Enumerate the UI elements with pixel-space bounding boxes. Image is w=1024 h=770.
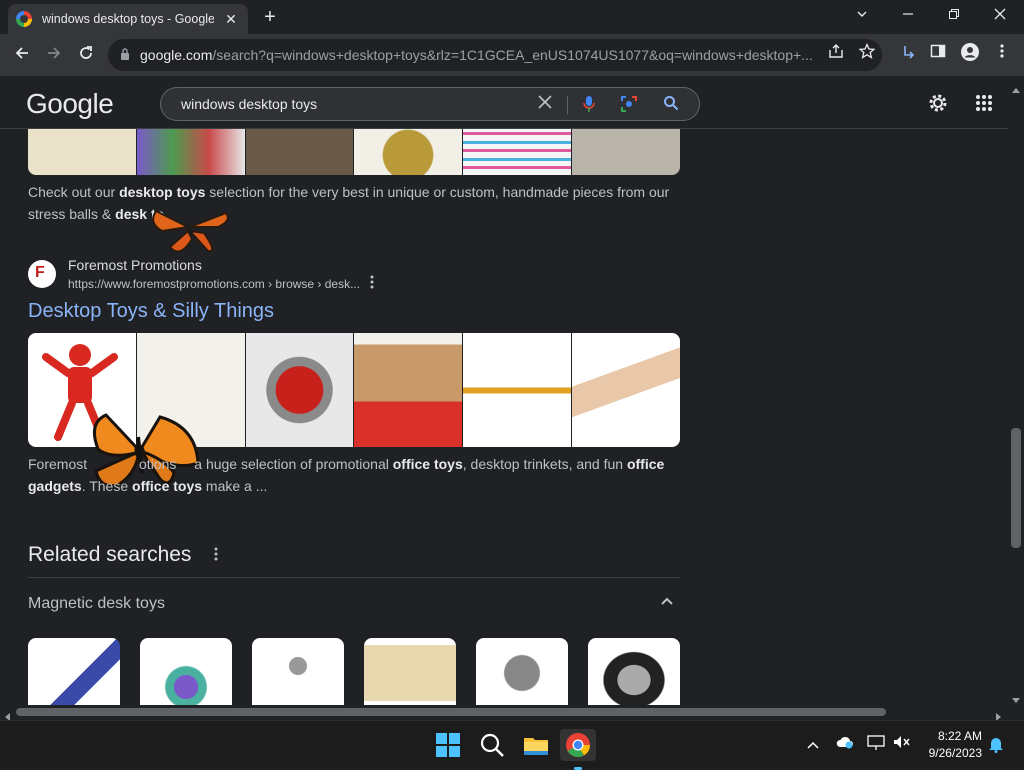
related-more-options-icon[interactable] — [214, 547, 218, 564]
clear-search-icon[interactable] — [535, 95, 555, 115]
related-searches-heading: Related searches — [28, 543, 192, 566]
magnetic-toy-thumbnail[interactable] — [588, 638, 680, 705]
title-bar: windows desktop toys - Google S ✕ + — [0, 0, 1024, 34]
magnetic-toy-thumbnail[interactable] — [140, 638, 232, 705]
chevron-up-icon[interactable] — [660, 593, 674, 609]
google-header: Google windows desktop toys — [0, 76, 1008, 129]
google-apps-icon[interactable] — [975, 94, 993, 112]
vertical-scroll-thumb[interactable] — [1011, 428, 1021, 548]
scroll-up-arrow-icon[interactable] — [1012, 80, 1020, 98]
toy-image[interactable] — [245, 129, 354, 175]
magnetic-toy-thumbnail[interactable] — [252, 638, 344, 705]
lock-icon[interactable] — [120, 47, 130, 63]
tab-close-icon[interactable]: ✕ — [222, 11, 240, 28]
file-explorer-icon[interactable] — [520, 729, 552, 761]
network-icon[interactable] — [866, 735, 886, 755]
pen-toy-image[interactable] — [463, 333, 572, 447]
divider — [28, 577, 680, 578]
browser-toolbar: google.com/search?q=windows+desktop+toys… — [0, 34, 1024, 76]
close-window-button[interactable] — [982, 4, 1018, 26]
share-icon[interactable] — [824, 43, 848, 67]
windows-taskbar: 8:22 AM 9/26/2023 — [0, 720, 1024, 770]
toy-image[interactable] — [354, 129, 463, 175]
search-input[interactable]: windows desktop toys — [181, 96, 317, 112]
butterfly-decoration — [152, 209, 229, 253]
vertical-scrollbar[interactable] — [1008, 76, 1024, 705]
result-title-link[interactable]: Desktop Toys & Silly Things — [28, 300, 274, 323]
side-panel-icon[interactable] — [926, 43, 950, 67]
search-box[interactable]: windows desktop toys — [160, 87, 700, 121]
tab-title: windows desktop toys - Google S — [42, 12, 214, 26]
site-name[interactable]: Foremost Promotions — [68, 257, 202, 273]
toy-image[interactable] — [136, 129, 245, 175]
forward-button[interactable] — [42, 43, 66, 67]
etsy-snippet: Check out our desktop toys selection for… — [28, 184, 670, 222]
horizontal-scroll-thumb[interactable] — [16, 708, 886, 716]
toy-image[interactable] — [28, 129, 136, 175]
new-tab-button[interactable]: + — [258, 6, 282, 28]
magnetic-desk-toys-label[interactable]: Magnetic desk toys — [28, 595, 165, 613]
google-logo[interactable]: Google — [26, 88, 114, 120]
toy-image[interactable] — [572, 129, 680, 175]
site-url[interactable]: https://www.foremostpromotions.com › bro… — [68, 277, 360, 291]
windows-start-icon[interactable] — [432, 729, 464, 761]
restore-button[interactable] — [936, 4, 972, 26]
lens-search-icon[interactable] — [619, 95, 639, 115]
browser-tab[interactable]: windows desktop toys - Google S ✕ — [8, 4, 248, 34]
search-submit-icon[interactable] — [661, 95, 681, 115]
minimize-button[interactable] — [890, 4, 926, 26]
foremost-snippet: Foremost otions a huge selection of prom… — [28, 456, 665, 494]
tab-search-chevron-icon[interactable] — [844, 4, 880, 26]
magnetic-toy-thumbnail[interactable] — [364, 638, 456, 705]
magnetic-toy-thumbnail[interactable] — [476, 638, 568, 705]
toy-image[interactable] — [463, 129, 572, 175]
search-results: Check out our desktop toys selection for… — [0, 129, 1008, 705]
clock-time[interactable]: 8:22 AM — [930, 729, 982, 743]
profile-icon[interactable] — [958, 43, 982, 67]
notification-bell-icon[interactable] — [986, 735, 1006, 755]
volume-muted-icon[interactable] — [892, 735, 912, 755]
chrome-taskbar-icon[interactable] — [560, 729, 596, 770]
search-divider — [567, 96, 568, 114]
browser-menu-icon[interactable] — [990, 43, 1014, 67]
google-favicon-icon — [16, 11, 32, 27]
onedrive-icon[interactable] — [835, 735, 855, 755]
url-text[interactable]: google.com/search?q=windows+desktop+toys… — [140, 47, 812, 63]
address-bar[interactable]: google.com/search?q=windows+desktop+toys… — [108, 39, 882, 71]
foremost-favicon-icon[interactable] — [28, 260, 56, 288]
result-more-options-icon[interactable] — [370, 275, 374, 292]
search-icon[interactable] — [476, 729, 508, 761]
clock-date[interactable]: 9/26/2023 — [920, 746, 982, 760]
voice-search-icon[interactable] — [579, 95, 599, 115]
bendy-pencil-image[interactable] — [572, 333, 680, 447]
etsy-image-row[interactable] — [28, 129, 680, 175]
bookmark-star-icon[interactable] — [855, 42, 879, 67]
settings-gear-icon[interactable] — [927, 92, 949, 114]
back-button[interactable] — [10, 43, 34, 67]
scroll-down-arrow-icon[interactable] — [1012, 691, 1020, 709]
magnetic-toy-thumbnail[interactable] — [28, 638, 120, 705]
reload-button[interactable] — [74, 43, 98, 67]
red-tin-image[interactable] — [245, 333, 354, 447]
extension-icon[interactable] — [897, 43, 921, 67]
horizontal-scrollbar[interactable] — [0, 705, 1008, 721]
survival-kit-image[interactable] — [354, 333, 463, 447]
show-hidden-icons-chevron-icon[interactable] — [803, 735, 823, 755]
